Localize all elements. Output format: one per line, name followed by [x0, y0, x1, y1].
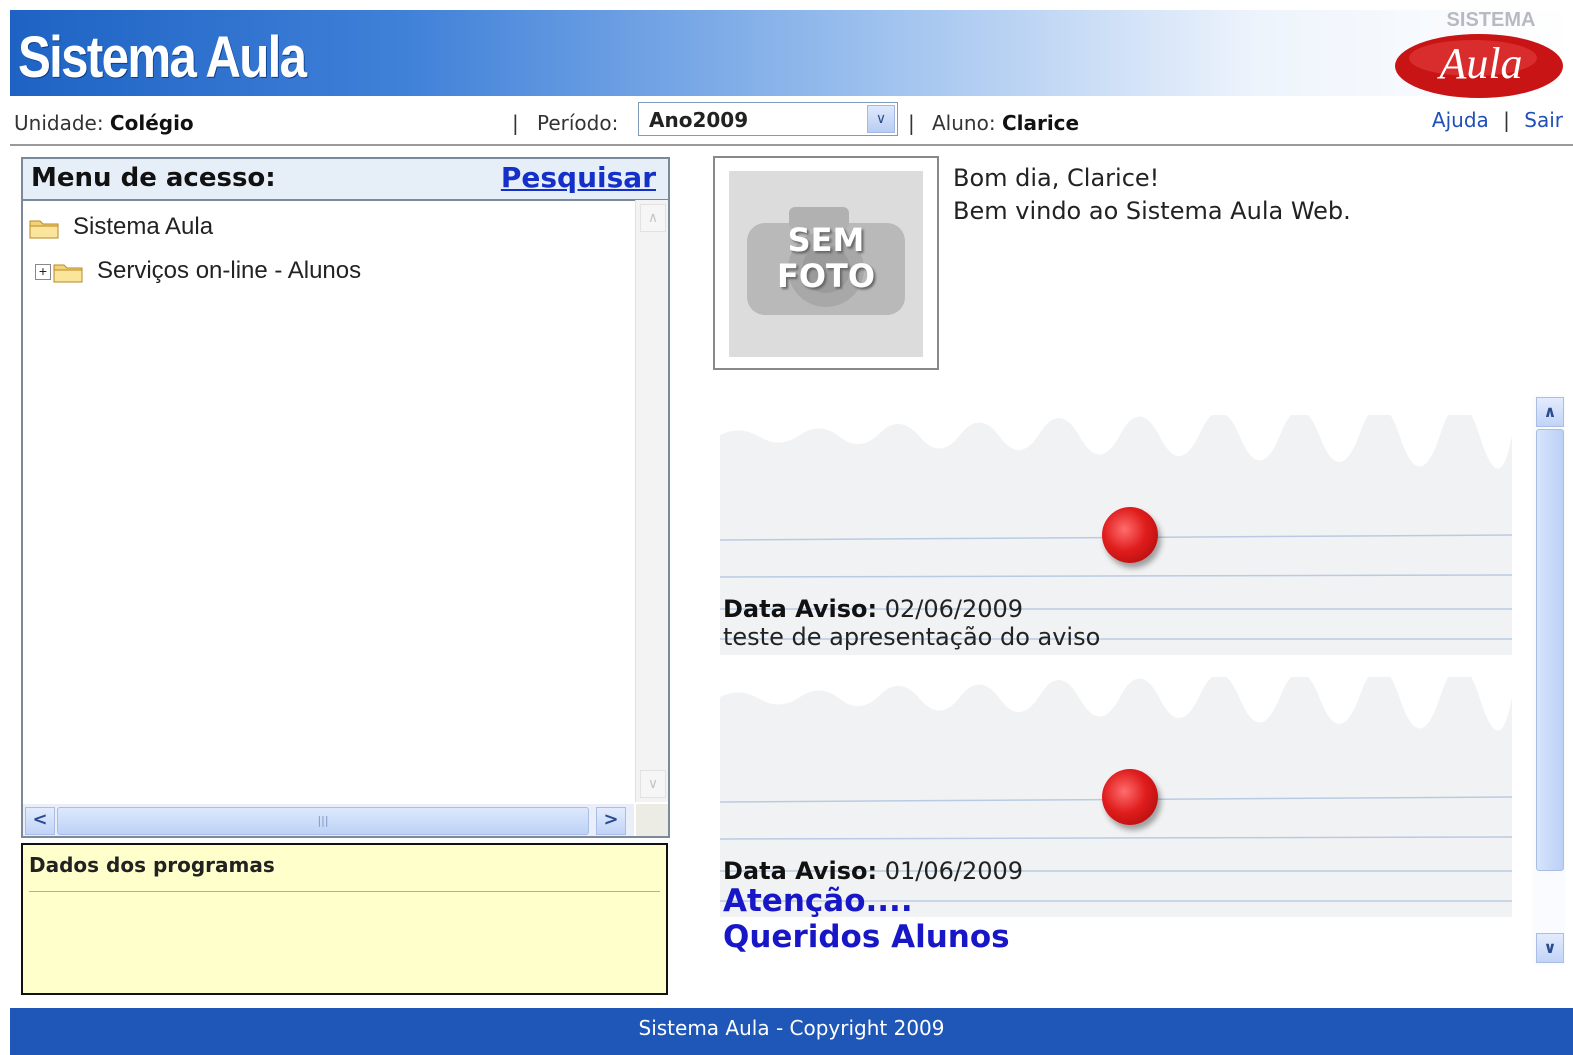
pushpin-icon — [1102, 769, 1158, 825]
divider — [29, 891, 660, 892]
aluno-label: Aluno: — [932, 111, 996, 135]
scrollbar-thumb[interactable]: ||| — [57, 807, 589, 835]
scrollbar-thumb[interactable] — [1536, 429, 1564, 871]
tree-item-label: Sistema Aula — [73, 213, 214, 240]
context-bar: Unidade: Colégio | Período: Ano2009 ∨ | … — [10, 98, 1573, 146]
scroll-down-icon[interactable]: ∨ — [640, 770, 666, 798]
program-data-panel: Dados dos programas — [21, 843, 668, 995]
no-photo-placeholder: SEM FOTO — [729, 171, 923, 357]
greeting: Bom dia, Clarice! Bem vindo ao Sistema A… — [953, 162, 1351, 228]
window-left-edge — [0, 0, 10, 1055]
menu-vertical-scrollbar[interactable]: ∧ ∨ — [635, 200, 668, 802]
notice-date: Data Aviso: 02/06/2009 — [723, 595, 1023, 623]
logo-top-text: SISTEMA — [1447, 12, 1536, 31]
scroll-left-icon[interactable]: < — [25, 807, 55, 835]
notice-text: teste de apresentação do aviso — [723, 623, 1101, 651]
unidade-label: Unidade: — [14, 111, 104, 135]
unidade-value: Colégio — [109, 111, 194, 135]
separator: | — [512, 111, 519, 135]
app-title: Sistema Aula — [18, 25, 307, 90]
pushpin-icon — [1102, 507, 1158, 563]
notice-date-value: 02/06/2009 — [884, 595, 1024, 623]
periodo-label: Período: — [537, 111, 619, 135]
chevron-down-icon[interactable]: ∨ — [867, 105, 895, 133]
menu-title: Menu de acesso: — [31, 163, 276, 193]
notice-date-label: Data Aviso: — [723, 857, 878, 885]
scroll-down-icon[interactable]: ∨ — [1536, 933, 1564, 963]
periodo-select[interactable]: Ano2009 ∨ — [638, 102, 898, 136]
notice-date-label: Data Aviso: — [723, 595, 878, 623]
separator: | — [1503, 108, 1510, 132]
footer: Sistema Aula - Copyright 2009 — [10, 1008, 1573, 1055]
scroll-up-icon[interactable]: ∧ — [640, 204, 666, 232]
greeting-line1: Bom dia, Clarice! — [953, 164, 1160, 192]
ajuda-link[interactable]: Ajuda — [1432, 108, 1489, 132]
program-data-title: Dados dos programas — [29, 853, 275, 877]
pesquisar-link[interactable]: Pesquisar — [501, 161, 656, 194]
folder-icon — [53, 264, 83, 283]
notice-link-queridos-alunos[interactable]: Queridos Alunos — [723, 919, 1010, 955]
access-menu-panel: Menu de acesso: Pesquisar Sistema Aula +… — [21, 157, 670, 838]
scroll-up-icon[interactable]: ∧ — [1536, 397, 1564, 427]
expand-icon[interactable]: + — [35, 263, 51, 280]
logo-text: Aula — [1436, 39, 1522, 88]
sair-link[interactable]: Sair — [1524, 108, 1563, 132]
menu-horizontal-scrollbar[interactable]: < ||| > — [23, 804, 634, 836]
no-photo-line2: FOTO — [776, 257, 876, 295]
scroll-right-icon[interactable]: > — [596, 807, 626, 835]
aluno-value: Clarice — [1001, 111, 1080, 135]
notices-board: Data Aviso: 02/06/2009 teste de apresent… — [720, 395, 1515, 965]
notice-link-atencao[interactable]: Atenção.... — [723, 883, 913, 919]
copyright-text: Sistema Aula - Copyright 2009 — [638, 1016, 945, 1040]
no-photo-line1: SEM — [787, 221, 865, 259]
notices-scrollbar[interactable]: ∧ ∨ — [1533, 395, 1565, 965]
aluno-field: Aluno: Clarice — [932, 111, 1079, 135]
greeting-line2: Bem vindo ao Sistema Aula Web. — [953, 197, 1351, 225]
student-photo-frame: SEM FOTO — [713, 156, 939, 370]
sistema-aula-logo: SISTEMA Aula — [1395, 12, 1563, 98]
tree-item-servicos-alunos[interactable]: + Serviços on-line - Alunos — [35, 257, 361, 285]
menu-header: Menu de acesso: Pesquisar — [23, 159, 668, 201]
notice-date: Data Aviso: 01/06/2009 — [723, 857, 1023, 885]
unidade-field: Unidade: Colégio — [14, 111, 194, 135]
folder-icon — [29, 220, 59, 239]
periodo-value: Ano2009 — [649, 108, 749, 132]
separator: | — [908, 111, 915, 135]
top-links: Ajuda | Sair — [1432, 108, 1563, 132]
tree-item-label: Serviços on-line - Alunos — [97, 257, 362, 284]
notice-card: Data Aviso: 02/06/2009 teste de apresent… — [720, 415, 1515, 655]
tree-item-sistema-aula[interactable]: Sistema Aula — [29, 213, 213, 241]
header-banner: Sistema Aula SISTEMA Aula — [10, 10, 1573, 98]
notice-date-value: 01/06/2009 — [884, 857, 1024, 885]
scrollbar-corner — [636, 804, 668, 836]
notice-card: Data Aviso: 01/06/2009 Atenção.... Queri… — [720, 677, 1515, 955]
